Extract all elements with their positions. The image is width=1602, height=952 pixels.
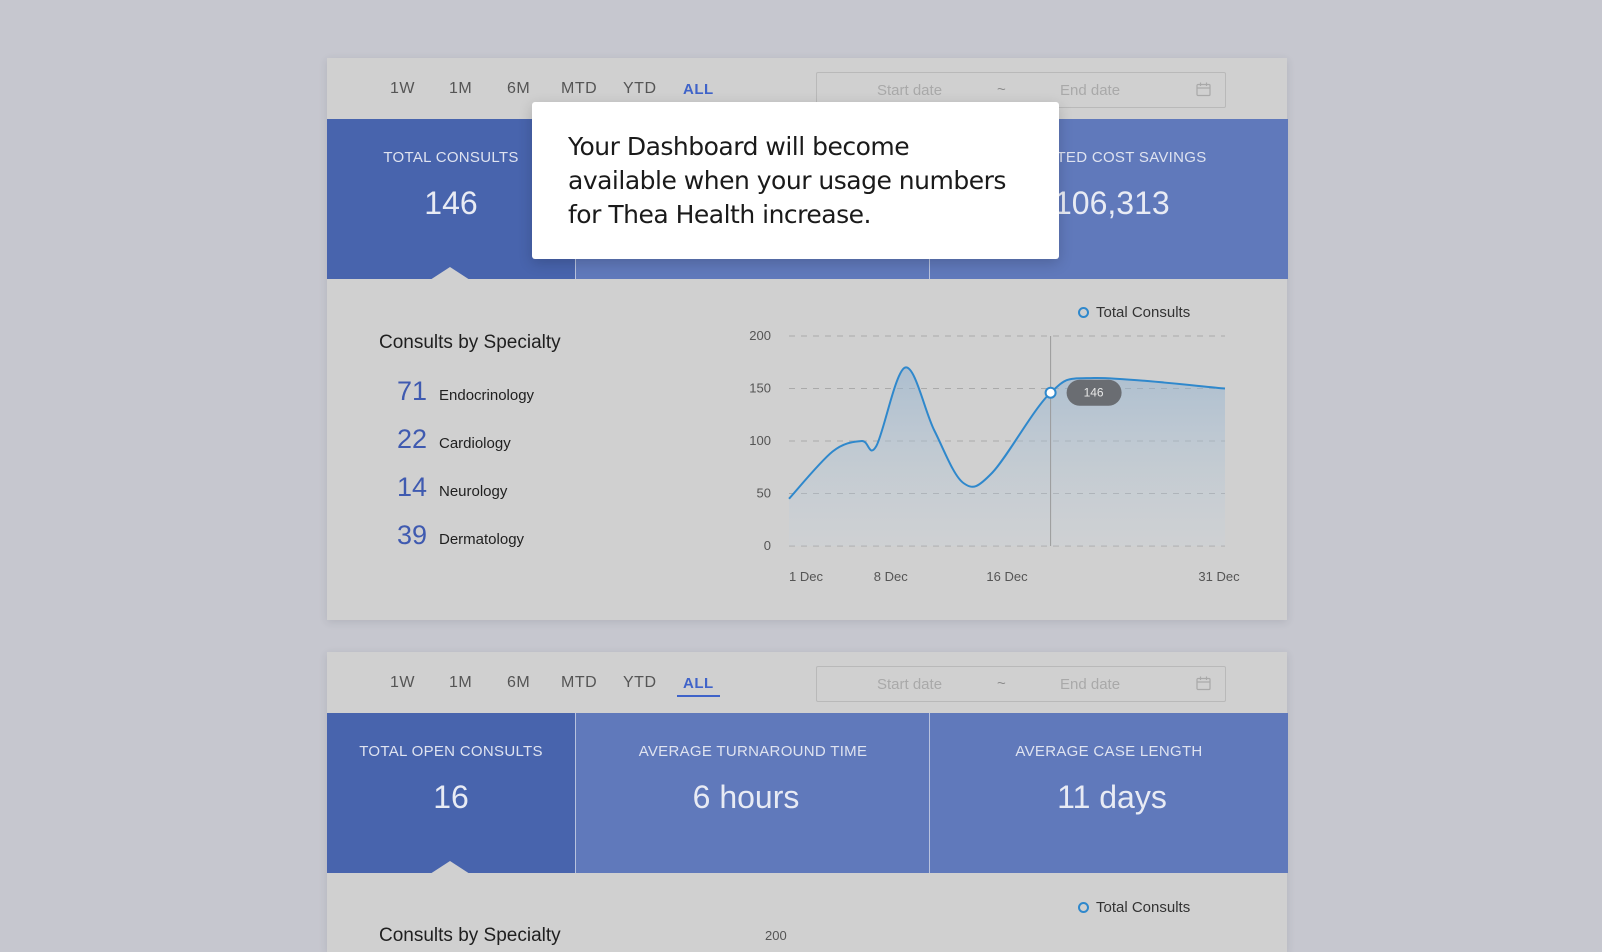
range-mtd[interactable]: MTD bbox=[561, 80, 597, 98]
kpi-total-open-consults[interactable]: TOTAL OPEN CONSULTS 16 bbox=[327, 713, 575, 874]
range-6m[interactable]: 6M bbox=[507, 674, 530, 692]
range-all[interactable]: ALL bbox=[683, 81, 714, 98]
specialty-name: Endocrinology bbox=[439, 387, 535, 404]
specialty-title: Consults by Specialty bbox=[379, 332, 561, 353]
area-fill bbox=[789, 367, 1225, 546]
specialty-count: 14 bbox=[397, 472, 428, 502]
specialty-title: Consults by Specialty bbox=[379, 925, 561, 946]
range-1w[interactable]: 1W bbox=[390, 80, 415, 98]
kpi-label: IMATED COST SAVINGS bbox=[1030, 149, 1207, 166]
tooltip-value: 146 bbox=[1084, 386, 1104, 400]
kpi-value: 16 bbox=[433, 779, 469, 815]
specialty-row: 14 Neurology bbox=[397, 472, 507, 503]
end-date-input[interactable]: End date bbox=[1060, 82, 1120, 99]
start-date-input[interactable]: Start date bbox=[877, 676, 942, 693]
y-tick-label: 150 bbox=[749, 381, 771, 396]
kpi-avg-turnaround[interactable]: AVERAGE TURNAROUND TIME 6 hours bbox=[575, 713, 930, 873]
selected-indicator bbox=[430, 267, 470, 280]
specialty-count: 39 bbox=[397, 520, 428, 550]
specialty-row: 71 Endocrinology bbox=[397, 376, 534, 407]
unavailable-message-dialog: Your Dashboard will become available whe… bbox=[532, 102, 1059, 259]
calendar-icon[interactable] bbox=[1196, 676, 1211, 696]
x-tick-label: 1 Dec bbox=[789, 569, 823, 584]
specialty-name: Dermatology bbox=[439, 531, 525, 548]
range-6m[interactable]: 6M bbox=[507, 80, 530, 98]
specialty-row: 39 Dermatology bbox=[397, 520, 524, 551]
x-tick-label: 16 Dec bbox=[986, 569, 1028, 584]
range-1m[interactable]: 1M bbox=[449, 80, 472, 98]
kpi-avg-case-length[interactable]: AVERAGE CASE LENGTH 11 days bbox=[929, 713, 1288, 873]
range-mtd[interactable]: MTD bbox=[561, 674, 597, 692]
kpi-value: 106,313 bbox=[1054, 185, 1170, 221]
specialty-name: Neurology bbox=[439, 483, 508, 500]
kpi-value: 11 days bbox=[1057, 779, 1167, 815]
y-tick-label: 200 bbox=[749, 328, 771, 343]
legend-marker-icon bbox=[1078, 901, 1089, 913]
specialty-count: 22 bbox=[397, 424, 428, 454]
specialty-count: 71 bbox=[397, 376, 428, 406]
specialty-row: 22 Cardiology bbox=[397, 424, 511, 455]
kpi-label: AVERAGE TURNAROUND TIME bbox=[638, 743, 868, 760]
dialog-message: Your Dashboard will become available whe… bbox=[568, 132, 1006, 229]
range-1m[interactable]: 1M bbox=[449, 674, 472, 692]
chart-legend: Total Consults bbox=[1078, 899, 1190, 916]
x-tick-label: 8 Dec bbox=[874, 569, 908, 584]
range-toolbar: 1W 1M 6M MTD YTD ALL Start date ~ End da… bbox=[327, 652, 1287, 713]
kpi-label: AVERAGE CASE LENGTH bbox=[1015, 743, 1203, 760]
date-separator: ~ bbox=[997, 675, 1006, 692]
selected-indicator bbox=[430, 861, 470, 874]
kpi-value: 6 hours bbox=[692, 779, 800, 815]
range-1w[interactable]: 1W bbox=[390, 674, 415, 692]
calendar-icon[interactable] bbox=[1196, 82, 1211, 102]
legend-label: Total Consults bbox=[1096, 899, 1191, 916]
y-tick-label: 200 bbox=[765, 928, 787, 943]
y-tick-label: 50 bbox=[757, 486, 771, 501]
consults-line-chart[interactable]: 200 150 100 50 0 1 Dec 8 Dec 16 Dec 31 Dec 146 bbox=[739, 316, 1259, 606]
kpi-label: TOTAL OPEN CONSULTS bbox=[359, 743, 543, 760]
range-ytd[interactable]: YTD bbox=[623, 80, 657, 98]
dashboard-panel-open-consults: 1W 1M 6M MTD YTD ALL Start date ~ End da… bbox=[327, 652, 1288, 952]
date-separator: ~ bbox=[997, 81, 1006, 98]
y-tick-label: 0 bbox=[764, 538, 771, 553]
date-range-picker[interactable]: Start date ~ End date bbox=[816, 666, 1226, 702]
data-point-marker bbox=[1044, 386, 1057, 399]
range-ytd[interactable]: YTD bbox=[623, 674, 657, 692]
y-tick-label: 100 bbox=[749, 433, 771, 448]
specialty-name: Cardiology bbox=[439, 435, 511, 452]
x-tick-label: 31 Dec bbox=[1198, 569, 1240, 584]
end-date-input[interactable]: End date bbox=[1060, 676, 1120, 693]
range-all[interactable]: ALL bbox=[677, 675, 720, 697]
start-date-input[interactable]: Start date bbox=[877, 82, 942, 99]
kpi-band: TOTAL OPEN CONSULTS 16 AVERAGE TURNAROUN… bbox=[327, 713, 1288, 874]
